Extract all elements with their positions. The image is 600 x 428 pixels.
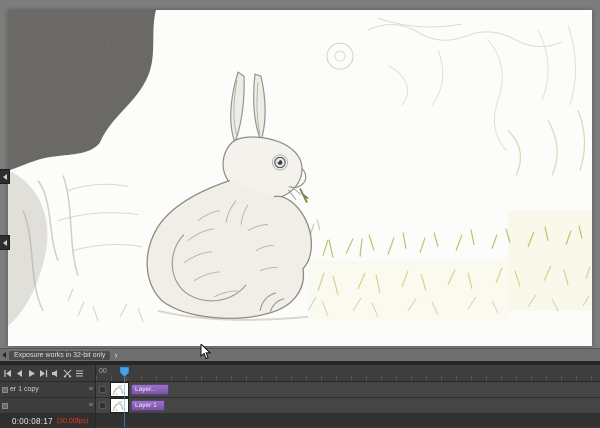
- track-options-icon[interactable]: ≡: [89, 386, 93, 393]
- current-timecode: 0:00:08:17: [12, 416, 53, 426]
- timeline-left-column: er 1 copy ≡ ≡ 0:00:08:17 (30.00fps): [0, 365, 96, 428]
- visibility-toggle-icon[interactable]: [99, 386, 106, 393]
- canvas-workspace[interactable]: [0, 0, 600, 348]
- next-frame-icon[interactable]: [39, 369, 48, 378]
- track-header-layer1copy[interactable]: er 1 copy ≡: [0, 382, 95, 398]
- collapse-left-icon: [2, 173, 7, 180]
- rabbit-sketch-image: [8, 10, 592, 346]
- timeline-clip-layer1copy[interactable]: Layer...: [131, 384, 169, 395]
- document-canvas[interactable]: [8, 10, 592, 346]
- clip-label: Layer 1: [135, 402, 157, 409]
- scissors-trim-icon[interactable]: [63, 369, 72, 378]
- timeline-ruler[interactable]: 00: [96, 365, 600, 382]
- first-frame-icon[interactable]: [3, 369, 12, 378]
- track-options-icon[interactable]: ≡: [89, 402, 93, 409]
- status-hint: Exposure works in 32-bit only: [9, 350, 111, 360]
- track-color-swatch: [2, 402, 8, 409]
- video-track-row-2[interactable]: Layer 1: [96, 398, 600, 414]
- track-header-label: er 1 copy: [10, 386, 39, 393]
- audio-icon[interactable]: [51, 369, 60, 378]
- status-left-arrow-icon[interactable]: [2, 352, 6, 358]
- panel-menu-icon[interactable]: [75, 369, 84, 378]
- play-icon[interactable]: [27, 369, 36, 378]
- clip-thumbnail[interactable]: [110, 382, 129, 397]
- ruler-start-label: 00: [99, 368, 107, 375]
- previous-frame-icon[interactable]: [15, 369, 24, 378]
- timeline-tracks-area[interactable]: 00 Layer... Layer 1: [96, 365, 600, 428]
- collapse-panel-button-2[interactable]: [0, 235, 10, 250]
- status-chevron-icon[interactable]: ›: [114, 350, 117, 360]
- clip-thumbnail[interactable]: [110, 398, 129, 413]
- mouse-cursor: [200, 344, 211, 360]
- timeline-clip-layer1[interactable]: Layer 1: [131, 400, 165, 411]
- clip-label: Layer...: [135, 386, 157, 393]
- framerate-label: (30.00fps): [56, 417, 89, 425]
- playhead-line: [124, 377, 125, 427]
- track-color-swatch: [2, 386, 8, 393]
- video-track-row-1[interactable]: Layer...: [96, 382, 600, 398]
- transport-controls: [0, 365, 95, 382]
- playhead-marker[interactable]: [120, 367, 129, 377]
- ruler-ticks: [96, 376, 600, 381]
- status-bar: Exposure works in 32-bit only ›: [0, 348, 600, 361]
- timeline-panel: er 1 copy ≡ ≡ 0:00:08:17 (30.00fps) 00 L…: [0, 361, 600, 428]
- timeline-bottom-strip: [96, 414, 600, 427]
- timecode-row: 0:00:08:17 (30.00fps): [0, 414, 95, 428]
- collapse-panel-button[interactable]: [0, 169, 10, 184]
- collapse-left-icon: [2, 239, 7, 246]
- visibility-toggle-icon[interactable]: [99, 402, 106, 409]
- track-header-layer1[interactable]: ≡: [0, 398, 95, 414]
- photoshop-window: Exposure works in 32-bit only › er 1 cop…: [0, 0, 600, 428]
